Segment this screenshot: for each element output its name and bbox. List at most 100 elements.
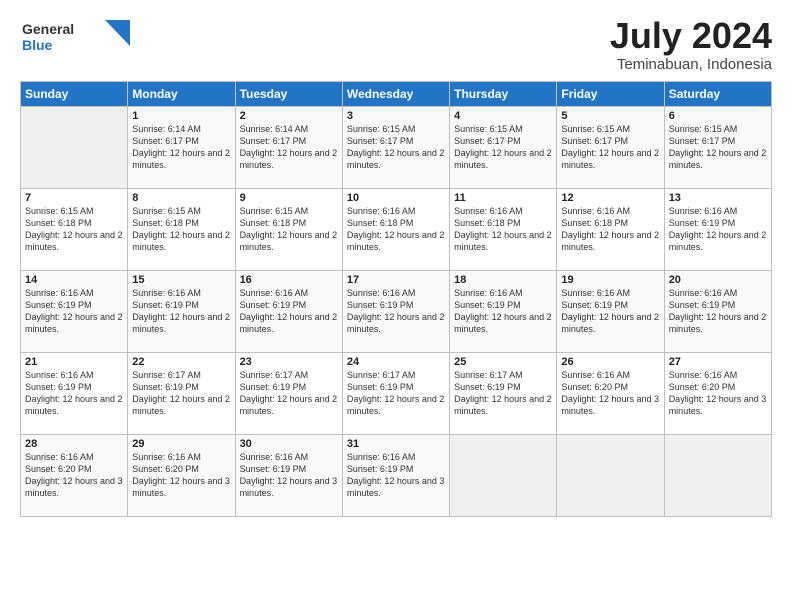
daylight-text: Daylight: 12 hours and 3 minutes.: [240, 476, 338, 498]
sunrise-text: Sunrise: 6:16 AM: [347, 288, 416, 298]
day-number: 15: [132, 274, 230, 286]
sunset-text: Sunset: 6:18 PM: [240, 218, 307, 228]
day-number: 22: [132, 356, 230, 368]
sunrise-text: Sunrise: 6:16 AM: [240, 288, 309, 298]
month-title: July 2024: [610, 16, 772, 56]
daylight-text: Daylight: 12 hours and 2 minutes.: [561, 230, 659, 252]
cell-info: Sunrise: 6:16 AM Sunset: 6:19 PM Dayligh…: [132, 287, 230, 336]
sunset-text: Sunset: 6:17 PM: [454, 136, 521, 146]
sunset-text: Sunset: 6:17 PM: [132, 136, 199, 146]
svg-text:General: General: [22, 21, 74, 37]
cell-info: Sunrise: 6:15 AM Sunset: 6:17 PM Dayligh…: [347, 123, 445, 172]
daylight-text: Daylight: 12 hours and 2 minutes.: [240, 312, 338, 334]
day-cell: 2 Sunrise: 6:14 AM Sunset: 6:17 PM Dayli…: [235, 106, 342, 188]
day-number: 9: [240, 192, 338, 204]
sunset-text: Sunset: 6:18 PM: [561, 218, 628, 228]
day-cell: 23 Sunrise: 6:17 AM Sunset: 6:19 PM Dayl…: [235, 352, 342, 434]
daylight-text: Daylight: 12 hours and 2 minutes.: [454, 148, 552, 170]
day-number: 31: [347, 438, 445, 450]
day-cell: 30 Sunrise: 6:16 AM Sunset: 6:19 PM Dayl…: [235, 434, 342, 516]
sunrise-text: Sunrise: 6:16 AM: [561, 370, 630, 380]
day-cell: 24 Sunrise: 6:17 AM Sunset: 6:19 PM Dayl…: [342, 352, 449, 434]
col-sunday: Sunday: [21, 81, 128, 106]
day-cell: 4 Sunrise: 6:15 AM Sunset: 6:17 PM Dayli…: [450, 106, 557, 188]
cell-info: Sunrise: 6:16 AM Sunset: 6:19 PM Dayligh…: [347, 287, 445, 336]
cell-info: Sunrise: 6:15 AM Sunset: 6:18 PM Dayligh…: [240, 205, 338, 254]
day-cell: 15 Sunrise: 6:16 AM Sunset: 6:19 PM Dayl…: [128, 270, 235, 352]
sunset-text: Sunset: 6:18 PM: [25, 218, 92, 228]
week-row-0: 1 Sunrise: 6:14 AM Sunset: 6:17 PM Dayli…: [21, 106, 772, 188]
calendar-table: Sunday Monday Tuesday Wednesday Thursday…: [20, 81, 772, 517]
col-saturday: Saturday: [664, 81, 771, 106]
cell-info: Sunrise: 6:16 AM Sunset: 6:19 PM Dayligh…: [25, 287, 123, 336]
day-cell: 12 Sunrise: 6:16 AM Sunset: 6:18 PM Dayl…: [557, 188, 664, 270]
sunrise-text: Sunrise: 6:16 AM: [454, 206, 523, 216]
day-number: 17: [347, 274, 445, 286]
daylight-text: Daylight: 12 hours and 2 minutes.: [454, 230, 552, 252]
cell-info: Sunrise: 6:17 AM Sunset: 6:19 PM Dayligh…: [132, 369, 230, 418]
cell-info: Sunrise: 6:16 AM Sunset: 6:20 PM Dayligh…: [132, 451, 230, 500]
daylight-text: Daylight: 12 hours and 2 minutes.: [132, 230, 230, 252]
sunset-text: Sunset: 6:20 PM: [25, 464, 92, 474]
sunset-text: Sunset: 6:19 PM: [240, 300, 307, 310]
cell-info: Sunrise: 6:16 AM Sunset: 6:19 PM Dayligh…: [669, 287, 767, 336]
cell-info: Sunrise: 6:16 AM Sunset: 6:18 PM Dayligh…: [347, 205, 445, 254]
day-number: 21: [25, 356, 123, 368]
col-monday: Monday: [128, 81, 235, 106]
sunrise-text: Sunrise: 6:16 AM: [132, 288, 201, 298]
daylight-text: Daylight: 12 hours and 2 minutes.: [347, 230, 445, 252]
svg-text:Blue: Blue: [22, 37, 53, 53]
sunrise-text: Sunrise: 6:17 AM: [240, 370, 309, 380]
sunset-text: Sunset: 6:19 PM: [347, 300, 414, 310]
logo: General Blue: [20, 16, 130, 58]
sunrise-text: Sunrise: 6:16 AM: [454, 288, 523, 298]
sunset-text: Sunset: 6:20 PM: [132, 464, 199, 474]
day-number: 19: [561, 274, 659, 286]
day-number: 29: [132, 438, 230, 450]
daylight-text: Daylight: 12 hours and 2 minutes.: [454, 312, 552, 334]
col-tuesday: Tuesday: [235, 81, 342, 106]
day-number: 2: [240, 110, 338, 122]
daylight-text: Daylight: 12 hours and 2 minutes.: [669, 312, 767, 334]
day-cell: 26 Sunrise: 6:16 AM Sunset: 6:20 PM Dayl…: [557, 352, 664, 434]
sunrise-text: Sunrise: 6:16 AM: [25, 370, 94, 380]
sunrise-text: Sunrise: 6:15 AM: [454, 124, 523, 134]
sunset-text: Sunset: 6:19 PM: [454, 382, 521, 392]
week-row-3: 21 Sunrise: 6:16 AM Sunset: 6:19 PM Dayl…: [21, 352, 772, 434]
sunrise-text: Sunrise: 6:14 AM: [132, 124, 201, 134]
daylight-text: Daylight: 12 hours and 2 minutes.: [347, 312, 445, 334]
sunrise-text: Sunrise: 6:16 AM: [561, 288, 630, 298]
sunrise-text: Sunrise: 6:14 AM: [240, 124, 309, 134]
cell-info: Sunrise: 6:16 AM Sunset: 6:19 PM Dayligh…: [25, 369, 123, 418]
sunset-text: Sunset: 6:18 PM: [454, 218, 521, 228]
daylight-text: Daylight: 12 hours and 2 minutes.: [132, 394, 230, 416]
cell-info: Sunrise: 6:15 AM Sunset: 6:17 PM Dayligh…: [454, 123, 552, 172]
day-cell: 29 Sunrise: 6:16 AM Sunset: 6:20 PM Dayl…: [128, 434, 235, 516]
day-cell: [557, 434, 664, 516]
sunrise-text: Sunrise: 6:16 AM: [561, 206, 630, 216]
cell-info: Sunrise: 6:16 AM Sunset: 6:19 PM Dayligh…: [669, 205, 767, 254]
day-number: 24: [347, 356, 445, 368]
day-cell: 17 Sunrise: 6:16 AM Sunset: 6:19 PM Dayl…: [342, 270, 449, 352]
sunrise-text: Sunrise: 6:15 AM: [561, 124, 630, 134]
daylight-text: Daylight: 12 hours and 2 minutes.: [25, 230, 123, 252]
day-cell: 11 Sunrise: 6:16 AM Sunset: 6:18 PM Dayl…: [450, 188, 557, 270]
daylight-text: Daylight: 12 hours and 3 minutes.: [669, 394, 767, 416]
day-number: 26: [561, 356, 659, 368]
sunrise-text: Sunrise: 6:16 AM: [240, 452, 309, 462]
cell-info: Sunrise: 6:14 AM Sunset: 6:17 PM Dayligh…: [132, 123, 230, 172]
sunset-text: Sunset: 6:19 PM: [25, 300, 92, 310]
sunrise-text: Sunrise: 6:15 AM: [347, 124, 416, 134]
sunset-text: Sunset: 6:19 PM: [132, 382, 199, 392]
logo-svg: General Blue: [20, 16, 130, 58]
cell-info: Sunrise: 6:15 AM Sunset: 6:17 PM Dayligh…: [669, 123, 767, 172]
col-friday: Friday: [557, 81, 664, 106]
sunrise-text: Sunrise: 6:17 AM: [132, 370, 201, 380]
day-cell: 27 Sunrise: 6:16 AM Sunset: 6:20 PM Dayl…: [664, 352, 771, 434]
daylight-text: Daylight: 12 hours and 2 minutes.: [561, 148, 659, 170]
day-number: 27: [669, 356, 767, 368]
day-cell: 8 Sunrise: 6:15 AM Sunset: 6:18 PM Dayli…: [128, 188, 235, 270]
cell-info: Sunrise: 6:16 AM Sunset: 6:20 PM Dayligh…: [561, 369, 659, 418]
day-cell: 3 Sunrise: 6:15 AM Sunset: 6:17 PM Dayli…: [342, 106, 449, 188]
col-thursday: Thursday: [450, 81, 557, 106]
